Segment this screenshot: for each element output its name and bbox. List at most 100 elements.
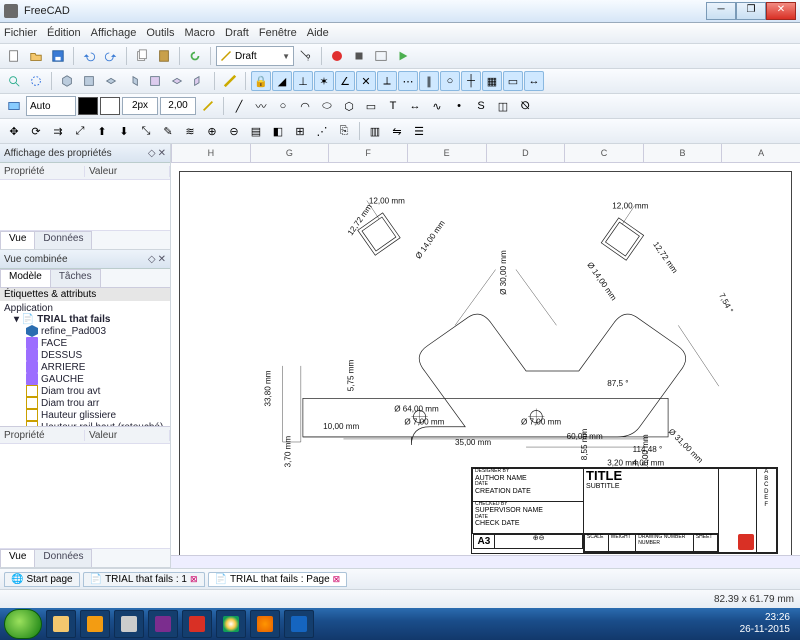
tab-vue-top[interactable]: Vue: [0, 231, 35, 249]
panel-float-icon[interactable]: ◇: [148, 148, 156, 159]
record-icon[interactable]: [327, 46, 347, 66]
system-clock[interactable]: 23:2626-11-2015: [734, 612, 796, 636]
snap-mid-icon[interactable]: ⊥: [293, 71, 313, 91]
facebinder-icon[interactable]: ◫: [493, 96, 513, 116]
task-explorer[interactable]: [46, 610, 76, 638]
left-icon[interactable]: [189, 71, 209, 91]
tab-vue-bottom[interactable]: Vue: [0, 549, 35, 567]
mirror-icon[interactable]: ⇋: [387, 121, 407, 141]
task-chrome[interactable]: [216, 610, 246, 638]
offset-icon[interactable]: ⇉: [48, 121, 68, 141]
refresh-icon[interactable]: [185, 46, 205, 66]
menu-macro[interactable]: Macro: [184, 27, 215, 39]
tab-donnees-top[interactable]: Données: [34, 231, 92, 249]
move-icon[interactable]: ✥: [4, 121, 24, 141]
tree-item[interactable]: refine_Pad003: [2, 325, 168, 337]
face-color[interactable]: [100, 97, 120, 115]
trimex-icon[interactable]: ⤢: [70, 121, 90, 141]
line-color[interactable]: [78, 97, 98, 115]
paste-icon[interactable]: [154, 46, 174, 66]
snap-end-icon[interactable]: ◢: [272, 71, 292, 91]
rect-tool-icon[interactable]: ▭: [361, 96, 381, 116]
task-freecad[interactable]: [182, 610, 212, 638]
panel-close-icon[interactable]: ✕: [158, 148, 166, 159]
upgrade-icon[interactable]: ⬆: [92, 121, 112, 141]
snap-wp-icon[interactable]: ▭: [503, 71, 523, 91]
scale-icon[interactable]: ⤡: [136, 121, 156, 141]
shape2d-icon[interactable]: ▤: [246, 121, 266, 141]
tree-item[interactable]: Diam trou arr: [2, 397, 168, 409]
point-tool-icon[interactable]: •: [449, 96, 469, 116]
snap-grid-icon[interactable]: ▦: [482, 71, 502, 91]
tree-item[interactable]: DESSUS: [2, 349, 168, 361]
maximize-button[interactable]: ❐: [736, 2, 766, 20]
doctab-startpage[interactable]: 🌐 Start page: [4, 572, 80, 587]
panel-float-icon[interactable]: ◇: [148, 254, 156, 265]
tree-item[interactable]: Diam trou avt: [2, 385, 168, 397]
menu-draft[interactable]: Draft: [225, 27, 249, 39]
line-tool-icon[interactable]: ╱: [229, 96, 249, 116]
fit-icon[interactable]: [4, 71, 24, 91]
stop-icon[interactable]: [349, 46, 369, 66]
drawing-canvas[interactable]: HGFEDCBA: [171, 144, 800, 568]
menu-affichage[interactable]: Affichage: [91, 27, 137, 39]
close-icon[interactable]: ⊠: [190, 574, 198, 585]
task-onenote[interactable]: [148, 610, 178, 638]
top-icon[interactable]: [101, 71, 121, 91]
dim-tool-icon[interactable]: ↔: [405, 96, 425, 116]
bezier-tool-icon[interactable]: ⦰: [515, 96, 535, 116]
model-tree[interactable]: Application ▾ 📄 TRIAL that fails refine_…: [0, 301, 170, 426]
menu-aide[interactable]: Aide: [307, 27, 329, 39]
snap-lock-icon[interactable]: 🔒: [251, 71, 271, 91]
edit-icon[interactable]: ✎: [158, 121, 178, 141]
text-tool-icon[interactable]: T: [383, 96, 403, 116]
redo-icon[interactable]: [101, 46, 121, 66]
snap-ext-icon[interactable]: ⋯: [398, 71, 418, 91]
doctab-trial-1[interactable]: 📄 TRIAL that fails : 1 ⊠: [83, 572, 205, 587]
vgroup-icon[interactable]: ☰: [409, 121, 429, 141]
tab-donnees-bottom[interactable]: Données: [34, 549, 92, 567]
front-icon[interactable]: [79, 71, 99, 91]
new-icon[interactable]: [4, 46, 24, 66]
rotate-icon[interactable]: ⟳: [26, 121, 46, 141]
addpoint-icon[interactable]: ⊕: [202, 121, 222, 141]
snap-center-icon[interactable]: ✶: [314, 71, 334, 91]
fontsize-field[interactable]: 2,00: [160, 97, 196, 115]
ellipse-tool-icon[interactable]: ⬭: [317, 96, 337, 116]
workbench-selector[interactable]: Draft ▼: [216, 46, 294, 66]
drawing-icon[interactable]: ▥: [365, 121, 385, 141]
back-icon[interactable]: [145, 71, 165, 91]
shapestring-icon[interactable]: S: [471, 96, 491, 116]
play-icon[interactable]: [393, 46, 413, 66]
snap-ortho-icon[interactable]: ┼: [461, 71, 481, 91]
menu-outils[interactable]: Outils: [146, 27, 174, 39]
downgrade-icon[interactable]: ⬇: [114, 121, 134, 141]
doctab-trial-page[interactable]: 📄 TRIAL that fails : Page ⊠: [208, 572, 348, 587]
delpoint-icon[interactable]: ⊖: [224, 121, 244, 141]
auto-plane[interactable]: Auto: [26, 96, 76, 116]
task-firefox[interactable]: [250, 610, 280, 638]
measure-icon[interactable]: [220, 71, 240, 91]
undo-icon[interactable]: [79, 46, 99, 66]
macros-icon[interactable]: [371, 46, 391, 66]
right-icon[interactable]: [123, 71, 143, 91]
tree-item[interactable]: ARRIERE: [2, 361, 168, 373]
task-thunderbird[interactable]: [284, 610, 314, 638]
snap-angle-icon[interactable]: ∠: [335, 71, 355, 91]
bottom-icon[interactable]: [167, 71, 187, 91]
tree-doc[interactable]: ▾ 📄 TRIAL that fails: [2, 314, 168, 325]
plane-icon[interactable]: [4, 96, 24, 116]
tree-item[interactable]: Hauteur glissiere: [2, 409, 168, 421]
bspline-tool-icon[interactable]: ∿: [427, 96, 447, 116]
wire-tool-icon[interactable]: 〰: [251, 96, 271, 116]
tree-app[interactable]: Application: [2, 303, 168, 314]
array-icon[interactable]: ⊞: [290, 121, 310, 141]
patharray-icon[interactable]: ⋰: [312, 121, 332, 141]
linewidth-field[interactable]: 2px: [122, 97, 158, 115]
circle-tool-icon[interactable]: ○: [273, 96, 293, 116]
copy-icon[interactable]: [132, 46, 152, 66]
close-button[interactable]: ✕: [766, 2, 796, 20]
whatsthis-icon[interactable]: ?: [296, 46, 316, 66]
apply-style-icon[interactable]: [198, 96, 218, 116]
panel-close-icon[interactable]: ✕: [158, 254, 166, 265]
